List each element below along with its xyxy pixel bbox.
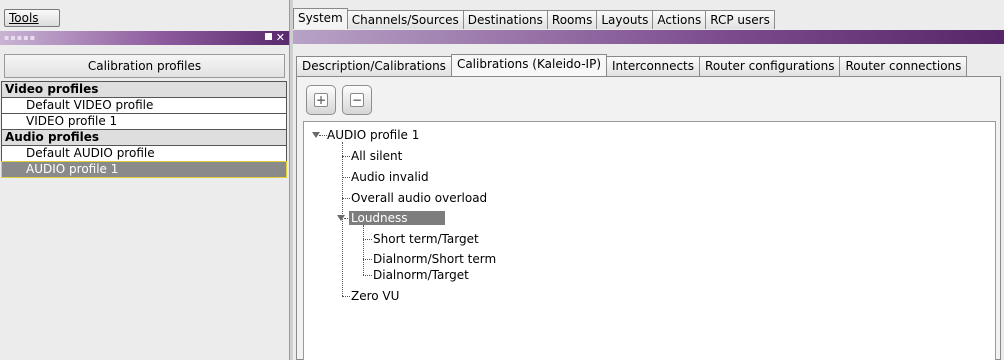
drag-grip-icon[interactable]: ▪▪▪▪▪ (4, 33, 36, 43)
tab-system[interactable]: System (293, 8, 348, 29)
tab-layouts[interactable]: Layouts (596, 10, 654, 29)
profile-item-default-video[interactable]: Default VIDEO profile (1, 97, 287, 114)
calibrations-content: + − AUDIO profile 1 All silent Audio inv… (296, 76, 1001, 360)
panel-title-bar[interactable]: ▪▪▪▪▪ ✕ (0, 31, 289, 45)
tools-menu-button[interactable]: Tools (4, 9, 60, 27)
tab-calibrations-kaleido-ip[interactable]: Calibrations (Kaleido-IP) (450, 54, 608, 76)
profiles-list: Video profiles Default VIDEO profile VID… (1, 81, 287, 178)
system-title-bar (293, 30, 1004, 44)
tree-node-dialnorm-target[interactable]: Dialnorm/Target (373, 268, 469, 282)
minus-box-icon: − (350, 93, 364, 107)
main-tabbar: System Channels/Sources Destinations Roo… (293, 8, 775, 29)
sub-tabbar: Description/Calibrations Calibrations (K… (296, 54, 968, 76)
tools-menu-label: Tools (9, 11, 39, 25)
tree-connector (363, 239, 372, 240)
tab-rooms[interactable]: Rooms (546, 10, 598, 29)
calibration-tree: AUDIO profile 1 All silent Audio invalid… (303, 121, 996, 360)
tab-router-connections[interactable]: Router connections (839, 56, 968, 76)
tree-node-root[interactable]: AUDIO profile 1 (327, 128, 419, 142)
tab-destinations[interactable]: Destinations (462, 10, 548, 29)
tree-node-short-term-target[interactable]: Short term/Target (373, 232, 479, 246)
tree-toolbar: + − (306, 85, 372, 115)
tree-node-overall-audio-overload[interactable]: Overall audio overload (351, 191, 487, 205)
group-video-profiles[interactable]: Video profiles (1, 81, 287, 98)
collapse-button[interactable]: − (342, 85, 372, 115)
tree-connector (342, 198, 350, 199)
left-panel: Tools ▪▪▪▪▪ ✕ Calibration profiles Video… (0, 0, 289, 360)
tree-node-loudness[interactable]: Loudness (349, 211, 445, 225)
restore-icon[interactable] (264, 33, 272, 40)
group-audio-profiles[interactable]: Audio profiles (1, 129, 287, 146)
tree-node-all-silent[interactable]: All silent (351, 149, 402, 163)
calibration-profiles-header[interactable]: Calibration profiles (4, 54, 285, 78)
expand-button[interactable]: + (306, 85, 336, 115)
system-panel: Description/Calibrations Calibrations (K… (293, 44, 1004, 360)
profile-item-default-audio[interactable]: Default AUDIO profile (1, 145, 287, 162)
tab-router-configurations[interactable]: Router configurations (699, 56, 841, 76)
profile-item-audio-1[interactable]: AUDIO profile 1 (1, 161, 287, 178)
tree-node-audio-invalid[interactable]: Audio invalid (351, 170, 429, 184)
window-controls: ✕ (264, 31, 285, 45)
tree-node-zero-vu[interactable]: Zero VU (351, 289, 399, 303)
right-panel: System Channels/Sources Destinations Roo… (293, 0, 1004, 360)
tree-connector (319, 135, 327, 136)
profile-item-video-1[interactable]: VIDEO profile 1 (1, 113, 287, 130)
tab-interconnects[interactable]: Interconnects (606, 56, 701, 76)
tree-connector (342, 156, 350, 157)
tree-node-dialnorm-short-term[interactable]: Dialnorm/Short term (373, 252, 496, 266)
tree-connector (363, 225, 364, 275)
tree-connector (363, 259, 372, 260)
tree-connector (363, 275, 372, 276)
tab-channels-sources[interactable]: Channels/Sources (346, 10, 464, 29)
tree-connector (342, 177, 350, 178)
tab-description-calibrations[interactable]: Description/Calibrations (296, 56, 452, 76)
close-icon[interactable]: ✕ (276, 31, 285, 44)
tab-actions[interactable]: Actions (652, 10, 707, 29)
plus-box-icon: + (314, 93, 328, 107)
tree-connector (342, 296, 350, 297)
tab-rcp-users[interactable]: RCP users (705, 10, 775, 29)
